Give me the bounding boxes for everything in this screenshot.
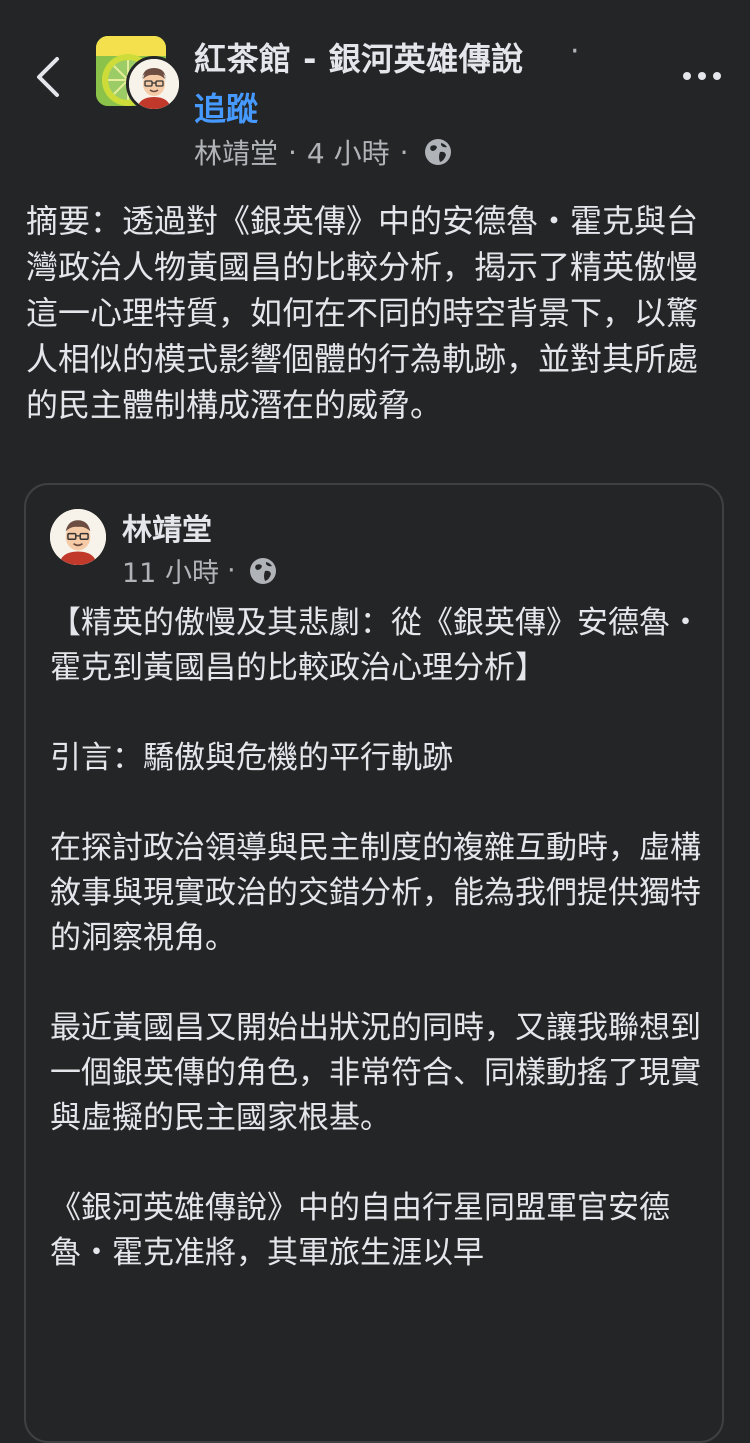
shared-paragraph: 最近黃國昌又開始出狀況的同時，又讓我聯想到一個銀英傳的角色，非常符合、同樣動搖了… xyxy=(50,1010,701,1136)
meta-separator: · xyxy=(399,135,409,169)
shared-author-avatar[interactable] xyxy=(50,509,106,565)
post-summary-text: 摘要：透過對《銀英傳》中的安德魯・霍克與台灣政治人物黃國昌的比較分析，揭示了精英… xyxy=(26,202,699,424)
author-name[interactable]: 林靖堂 xyxy=(194,132,278,172)
post-header: 紅茶館 - 銀河英雄傳說 · 追蹤 林靖堂 · 4 小時 · xyxy=(0,0,750,180)
avatar-illustration-icon xyxy=(129,59,179,109)
shared-post-meta: 11 小時 · xyxy=(122,551,278,590)
shared-paragraph: 在探討政治領導與民主制度的複雜互動時，虛構敘事與現實政治的交錯分析，能為我們提供… xyxy=(50,830,701,956)
globe-icon xyxy=(424,139,451,165)
post-time[interactable]: 4 小時 xyxy=(307,132,390,172)
chevron-left-icon xyxy=(37,57,59,97)
shared-post-body: 【精英的傲慢及其悲劇：從《銀英傳》安德魯・霍克到黃國昌的比較政治心理分析】 引言… xyxy=(50,601,710,1321)
shared-post-card[interactable]: 林靖堂 11 小時 · 【精英的傲慢及其悲劇：從《銀英傳》安德魯・霍克到黃國昌的… xyxy=(24,483,724,1443)
more-dots-icon xyxy=(683,72,721,80)
shared-paragraph: 引言：驕傲與危機的平行軌跡 xyxy=(50,740,453,776)
group-title[interactable]: 紅茶館 - 銀河英雄傳說 xyxy=(194,34,524,80)
post-meta: 林靖堂 · 4 小時 · xyxy=(194,132,453,172)
follow-button[interactable]: 追蹤 xyxy=(194,84,258,130)
shared-post-time[interactable]: 11 小時 xyxy=(122,551,219,590)
meta-separator: · xyxy=(288,135,297,169)
more-options-button[interactable] xyxy=(678,58,726,94)
globe-icon xyxy=(249,557,276,584)
shared-paragraph: 《銀河英雄傳說》中的自由行星同盟軍官安德魯・霍克准將，其軍旅生涯以早 xyxy=(50,1190,670,1271)
title-separator: · xyxy=(570,34,580,69)
shared-author-name[interactable]: 林靖堂 xyxy=(122,505,212,549)
meta-separator: · xyxy=(226,555,236,586)
back-button[interactable] xyxy=(30,54,66,100)
author-avatar[interactable] xyxy=(126,56,182,112)
shared-paragraph: 【精英的傲慢及其悲劇：從《銀英傳》安德魯・霍克到黃國昌的比較政治心理分析】 xyxy=(50,605,701,686)
avatar-illustration-icon xyxy=(50,509,106,565)
